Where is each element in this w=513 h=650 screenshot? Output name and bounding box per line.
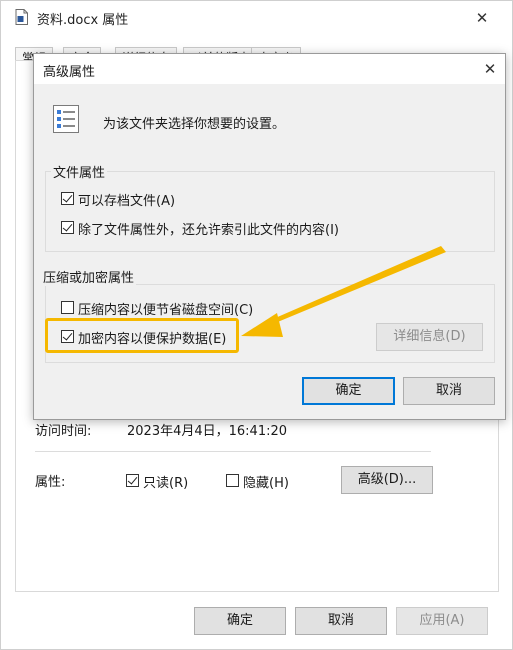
file-attributes-group (45, 171, 495, 252)
ok-button[interactable]: 确定 (194, 607, 286, 635)
compress-encrypt-group-title: 压缩或加密属性 (41, 267, 137, 286)
file-attributes-group-title: 文件属性 (51, 162, 108, 181)
outer-title-bar: 资料.docx 属性 ✕ (1, 1, 512, 35)
advanced-button[interactable]: 高级(D)... (341, 466, 433, 494)
hidden-label[interactable]: 隐藏(H) (243, 472, 289, 491)
access-time-value: 2023年4月4日，16:41:20 (127, 424, 288, 439)
dialog-description: 为该文件夹选择你想要的设置。 (103, 117, 286, 132)
readonly-checkbox[interactable] (126, 474, 139, 487)
divider (35, 451, 431, 452)
dialog-cancel-button[interactable]: 取消 (403, 377, 495, 405)
word-document-icon (15, 9, 28, 25)
close-icon[interactable]: ✕ (478, 57, 502, 81)
dialog-title: 高级属性 (43, 65, 96, 80)
outer-window-title: 资料.docx 属性 (37, 13, 129, 28)
cancel-button[interactable]: 取消 (295, 607, 387, 635)
details-button[interactable]: 详细信息(D) (376, 323, 483, 351)
dialog-title-bar: 高级属性 ✕ (34, 54, 505, 84)
index-checkbox[interactable] (61, 221, 74, 234)
hidden-checkbox[interactable] (226, 474, 239, 487)
apply-button[interactable]: 应用(A) (396, 607, 488, 635)
checklist-icon (53, 105, 79, 133)
readonly-label[interactable]: 只读(R) (143, 472, 188, 491)
access-time-label: 访问时间: (35, 424, 92, 439)
checkmark-icon (62, 221, 73, 232)
index-label[interactable]: 除了文件属性外，还允许索引此文件的内容(I) (78, 219, 339, 238)
compress-checkbox[interactable] (61, 301, 74, 314)
checkmark-icon (62, 192, 73, 203)
compress-label[interactable]: 压缩内容以便节省磁盘空间(C) (78, 299, 253, 318)
archive-label[interactable]: 可以存档文件(A) (78, 190, 175, 209)
attributes-label: 属性: (35, 475, 66, 490)
dialog-ok-button[interactable]: 确定 (302, 377, 395, 405)
checkmark-icon (127, 474, 138, 485)
highlight-box (45, 318, 239, 353)
close-icon[interactable]: ✕ (467, 5, 497, 31)
advanced-attributes-dialog: 高级属性 ✕ 为该文件夹选择你想要的设置。 文件属性 可以存档文件(A) 除了文… (33, 53, 506, 420)
archive-checkbox[interactable] (61, 192, 74, 205)
